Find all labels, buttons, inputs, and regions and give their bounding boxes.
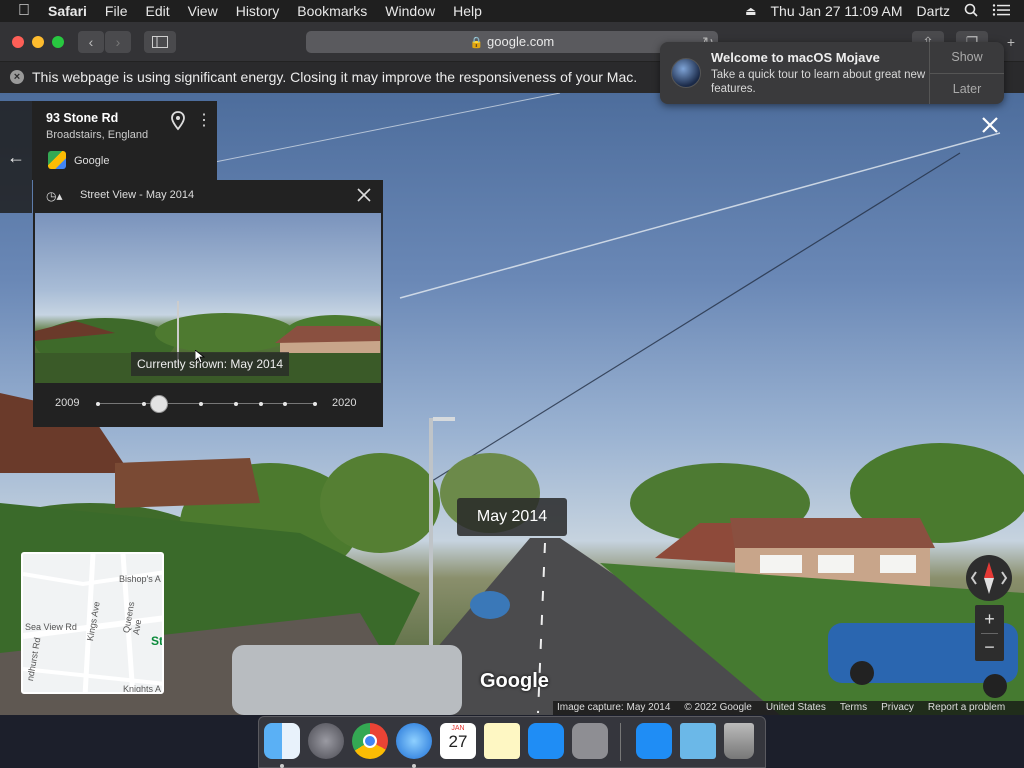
notes-icon[interactable] bbox=[484, 723, 520, 759]
sidebar-toggle-icon[interactable] bbox=[144, 31, 176, 53]
compass-icon[interactable] bbox=[966, 555, 1012, 601]
map-footer: Image capture: May 2014 © 2022 Google Un… bbox=[553, 701, 1024, 715]
running-indicator bbox=[412, 764, 416, 768]
timeline-slider-stop[interactable] bbox=[199, 402, 203, 406]
running-indicator bbox=[280, 764, 284, 768]
timeline-preview-image[interactable]: Currently shown: May 2014 bbox=[35, 213, 381, 383]
calendar-icon[interactable]: JAN 27 bbox=[440, 723, 476, 759]
notification-title: Welcome to macOS Mojave bbox=[711, 50, 880, 65]
timeline-slider-stop[interactable] bbox=[96, 402, 100, 406]
safari-icon[interactable] bbox=[396, 723, 432, 759]
timeline-title: Street View - May 2014 bbox=[80, 189, 195, 201]
address-bar[interactable]: 🔒 google.com bbox=[306, 31, 718, 53]
minimap-label: Sea View Rd bbox=[25, 622, 77, 632]
privacy-link[interactable]: Privacy bbox=[881, 701, 914, 715]
country-link[interactable]: United States bbox=[766, 701, 826, 715]
calendar-day: 27 bbox=[448, 732, 468, 751]
street-view-timeline-panel: ◷▴ Street View - May 2014 Currently show… bbox=[33, 180, 383, 427]
more-options-icon[interactable]: ⋮ bbox=[196, 111, 212, 131]
google-logo: Google bbox=[480, 670, 549, 692]
downloads-folder-icon[interactable] bbox=[680, 723, 716, 759]
minimap-label: Knights A bbox=[123, 684, 162, 694]
eject-icon[interactable]: ⏏ bbox=[745, 4, 756, 18]
dock-separator bbox=[620, 723, 621, 761]
launchpad-icon[interactable] bbox=[308, 723, 344, 759]
place-card: 93 Stone Rd Broadstairs, England ⋮ Googl… bbox=[32, 101, 217, 180]
zoom-window-button[interactable] bbox=[52, 36, 64, 48]
mojave-logo-icon bbox=[671, 58, 701, 88]
chrome-icon[interactable] bbox=[352, 723, 388, 759]
zoom-control: + − bbox=[975, 605, 1004, 661]
report-problem-link[interactable]: Report a problem bbox=[928, 701, 1005, 715]
notification-later-button[interactable]: Later bbox=[930, 74, 1004, 105]
app-store-icon[interactable] bbox=[528, 723, 564, 759]
menu-user[interactable]: Dartz bbox=[917, 3, 950, 19]
notification-show-button[interactable]: Show bbox=[930, 42, 1004, 73]
apple-menu-icon[interactable]:  bbox=[18, 2, 30, 20]
mojave-notification[interactable]: Welcome to macOS Mojave Take a quick tou… bbox=[660, 42, 1004, 104]
date-badge: May 2014 bbox=[457, 498, 567, 536]
back-to-map-icon[interactable]: ← bbox=[0, 101, 32, 213]
menu-window[interactable]: Window bbox=[385, 3, 435, 19]
currently-shown-label: Currently shown: May 2014 bbox=[131, 352, 290, 376]
history-clock-icon[interactable]: ◷▴ bbox=[46, 189, 68, 205]
dock: JAN 27 bbox=[258, 716, 766, 768]
forward-button[interactable]: › bbox=[105, 31, 131, 53]
energy-notice-text: This webpage is using significant energy… bbox=[32, 69, 638, 85]
timeline-slider-stop[interactable] bbox=[313, 402, 317, 406]
menu-history[interactable]: History bbox=[236, 3, 280, 19]
minimap-label: Bishop's A bbox=[119, 574, 161, 584]
minimap-label: St bbox=[151, 634, 163, 648]
finder-icon[interactable] bbox=[264, 723, 300, 759]
timeline-end-year: 2020 bbox=[332, 397, 357, 409]
timeline-slider-stop[interactable] bbox=[234, 402, 238, 406]
timeline-slider-stop[interactable] bbox=[142, 402, 146, 406]
terms-link[interactable]: Terms bbox=[840, 701, 867, 715]
back-button[interactable]: ‹ bbox=[78, 31, 104, 53]
menu-bookmarks[interactable]: Bookmarks bbox=[297, 3, 367, 19]
app-store-download-icon[interactable] bbox=[636, 723, 672, 759]
image-capture-date: Image capture: May 2014 bbox=[557, 702, 671, 713]
close-street-view-icon[interactable] bbox=[978, 113, 1002, 137]
timeline-start-year: 2009 bbox=[55, 397, 80, 409]
menu-file[interactable]: File bbox=[105, 3, 128, 19]
close-notice-icon[interactable]: × bbox=[10, 70, 24, 84]
minimap[interactable]: Bishop's A Sea View Rd Kings Ave Queens … bbox=[21, 552, 164, 694]
calendar-month: JAN bbox=[451, 725, 465, 732]
minimize-window-button[interactable] bbox=[32, 36, 44, 48]
place-subtitle: Broadstairs, England bbox=[46, 129, 149, 141]
close-window-button[interactable] bbox=[12, 36, 24, 48]
location-pin-icon[interactable] bbox=[170, 111, 186, 133]
menu-help[interactable]: Help bbox=[453, 3, 482, 19]
system-preferences-icon[interactable] bbox=[572, 723, 608, 759]
timeline-slider-stop[interactable] bbox=[259, 402, 263, 406]
google-maps-icon bbox=[48, 151, 66, 169]
timeline-slider-handle[interactable] bbox=[149, 395, 168, 413]
close-timeline-icon[interactable] bbox=[356, 187, 374, 205]
trash-icon[interactable] bbox=[724, 723, 754, 759]
spotlight-search-icon[interactable] bbox=[964, 3, 978, 20]
zoom-out-button[interactable]: − bbox=[975, 635, 1004, 659]
menu-clock[interactable]: Thu Jan 27 11:09 AM bbox=[770, 3, 902, 19]
place-title: 93 Stone Rd bbox=[46, 111, 119, 125]
timeline-slider-stop[interactable] bbox=[283, 402, 287, 406]
menu-bar:  Safari File Edit View History Bookmark… bbox=[0, 0, 1024, 22]
zoom-divider bbox=[981, 633, 998, 634]
place-source: Google bbox=[74, 155, 110, 167]
lock-icon: 🔒 bbox=[469, 37, 484, 49]
notification-body: Take a quick tour to learn about great n… bbox=[711, 69, 926, 95]
menu-edit[interactable]: Edit bbox=[145, 3, 169, 19]
menu-app-name[interactable]: Safari bbox=[48, 3, 87, 19]
zoom-in-button[interactable]: + bbox=[975, 607, 1004, 631]
menu-view[interactable]: View bbox=[188, 3, 218, 19]
mouse-cursor-icon bbox=[194, 349, 206, 364]
address-url: google.com bbox=[487, 34, 555, 49]
notification-center-icon[interactable] bbox=[992, 3, 1010, 19]
copyright-text: © 2022 Google bbox=[684, 702, 752, 713]
